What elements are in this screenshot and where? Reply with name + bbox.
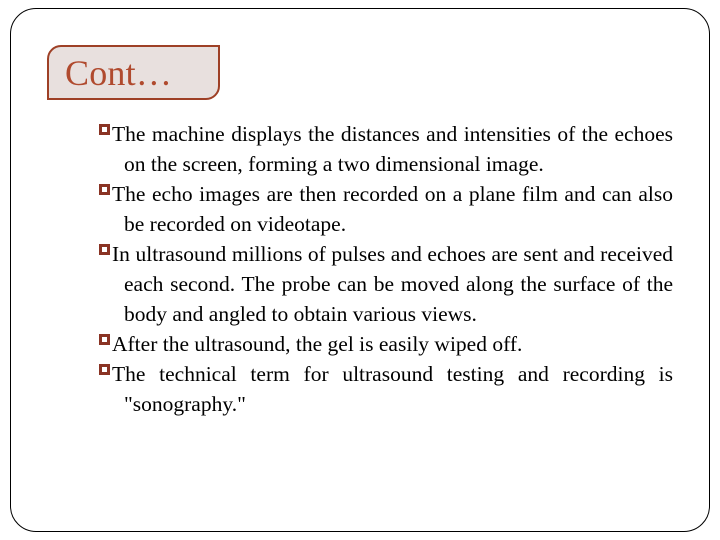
slide-body-content: The machine displays the distances and i…	[99, 119, 673, 419]
list-item: In ultrasound millions of pulses and ech…	[99, 239, 673, 329]
list-item: The echo images are then recorded on a p…	[99, 179, 673, 239]
hollow-square-bullet-icon	[99, 184, 110, 195]
page-title: Cont…	[65, 52, 173, 93]
slide-title-box: Cont…	[47, 45, 220, 100]
list-item-text: The technical term for ultrasound testin…	[112, 362, 673, 416]
list-item: The technical term for ultrasound testin…	[99, 359, 673, 419]
hollow-square-bullet-icon	[99, 124, 110, 135]
list-item-text: After the ultrasound, the gel is easily …	[112, 332, 523, 356]
hollow-square-bullet-icon	[99, 364, 110, 375]
list-item: The machine displays the distances and i…	[99, 119, 673, 179]
list-item-text: The echo images are then recorded on a p…	[112, 182, 673, 236]
presentation-slide: Cont… The machine displays the distances…	[0, 0, 720, 540]
list-item-text: In ultrasound millions of pulses and ech…	[112, 242, 673, 326]
hollow-square-bullet-icon	[99, 244, 110, 255]
hollow-square-bullet-icon	[99, 334, 110, 345]
list-item: After the ultrasound, the gel is easily …	[99, 329, 673, 359]
list-item-text: The machine displays the distances and i…	[112, 122, 673, 176]
